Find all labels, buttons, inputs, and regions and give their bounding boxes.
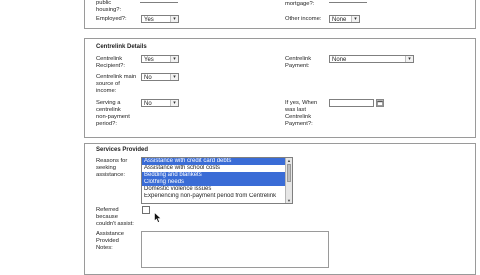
centrelink-recipient-label: Centrelink Recipient?: — [96, 56, 126, 69]
employed-value: Yes — [144, 17, 154, 23]
centrelink-main-source-select[interactable]: No ▾ — [141, 73, 179, 81]
centrelink-main-source-value: No — [144, 75, 152, 81]
centrelink-main-source-label: Centrelink main source of income: — [96, 74, 137, 94]
chevron-down-icon: ▾ — [170, 74, 178, 80]
referred-checkbox[interactable] — [142, 206, 150, 214]
scroll-thumb[interactable] — [287, 164, 291, 182]
centrelink-payment-select[interactable]: None ▾ — [329, 55, 414, 63]
last-payment-label: If yes, When was last Centrelink Payment… — [285, 100, 318, 127]
referred-label: Referred because couldn't assist: — [96, 207, 134, 227]
serving-nonpayment-label: Serving a centrelink non-payment period?… — [96, 100, 130, 127]
chevron-down-icon: ▾ — [170, 56, 178, 62]
reasons-listbox[interactable]: Assistance with credit card debts Assista… — [141, 157, 293, 204]
employed-select[interactable]: Yes ▾ — [141, 15, 179, 23]
reason-option[interactable]: Assistance with school costs — [142, 165, 285, 172]
chevron-down-icon: ▾ — [170, 100, 178, 106]
serving-nonpayment-value: No — [144, 101, 152, 107]
reason-option[interactable]: Clothing needs — [142, 179, 285, 186]
centrelink-payment-label: Centrelink Payment: — [285, 56, 312, 69]
mortgage-label: mortgage?: — [285, 1, 315, 7]
centrelink-payment-value: None — [332, 57, 347, 63]
serving-nonpayment-select[interactable]: No ▾ — [141, 99, 179, 107]
mouse-cursor-icon — [154, 212, 162, 223]
calendar-icon[interactable] — [376, 99, 384, 107]
listbox-scrollbar[interactable]: ▲ ▼ — [285, 158, 292, 203]
reasons-label: Reasons for seeking assistance: — [96, 158, 128, 178]
reason-option[interactable]: Bedding and blankets — [142, 172, 285, 179]
chevron-down-icon: ▾ — [351, 16, 359, 22]
reasons-list: Assistance with credit card debts Assista… — [142, 158, 285, 200]
centrelink-recipient-select[interactable]: Yes ▾ — [141, 55, 179, 63]
notes-label: Assistance Provided Notes: — [96, 231, 125, 251]
mortgage-field[interactable] — [329, 0, 367, 3]
other-income-label: Other income: — [285, 16, 322, 22]
chevron-down-icon: ▾ — [170, 16, 178, 22]
public-housing-label: public housing?: — [96, 0, 122, 13]
public-housing-field[interactable] — [140, 0, 178, 3]
other-income-select[interactable]: None ▾ — [329, 15, 360, 23]
other-income-value: None — [332, 17, 347, 23]
centrelink-title: Centrelink Details — [96, 44, 147, 50]
scroll-up-icon[interactable]: ▲ — [286, 158, 292, 163]
reason-option[interactable]: Domestic violence issues — [142, 186, 285, 193]
reason-option[interactable]: Assistance with credit card debts — [142, 158, 285, 165]
reason-option[interactable]: Experiencing non-payment period from Cen… — [142, 193, 285, 200]
notes-textarea[interactable] — [141, 231, 329, 268]
services-title: Services Provided — [96, 147, 149, 153]
last-payment-date-input[interactable] — [329, 99, 374, 107]
chevron-down-icon: ▾ — [405, 56, 413, 62]
scroll-down-icon[interactable]: ▼ — [286, 198, 292, 203]
employed-label: Employed?: — [96, 16, 127, 22]
centrelink-recipient-value: Yes — [144, 57, 154, 63]
centrelink-section — [84, 38, 476, 138]
